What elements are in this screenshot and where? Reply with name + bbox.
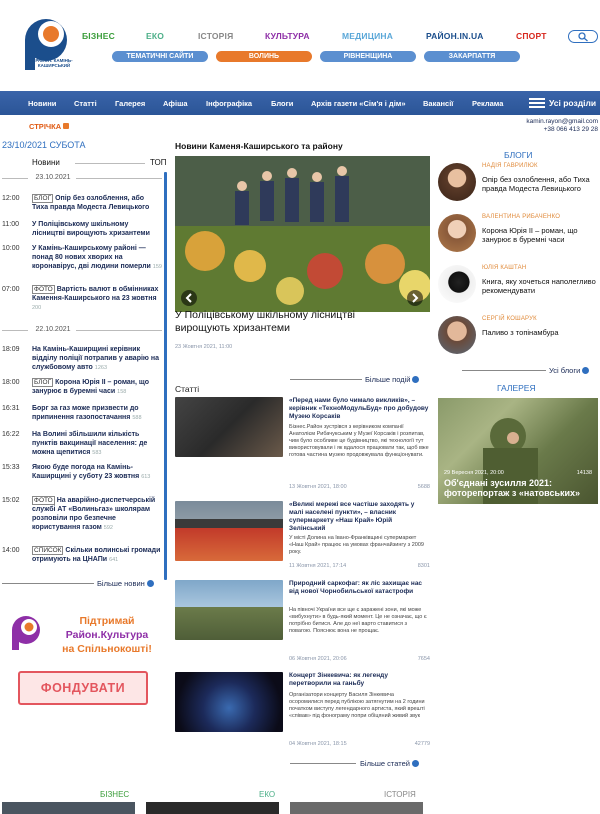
topnav-sport[interactable]: СПОРТ [516,31,547,41]
topnav-kultura[interactable]: КУЛЬТУРА [265,31,310,41]
views-count: 200 [32,305,42,311]
article-thumb [175,397,283,457]
prev-arrow-icon[interactable] [181,290,197,306]
menu-icon[interactable] [529,98,545,108]
avatar [438,316,476,354]
menu-arkhiv[interactable]: Архів газети «Сім'я і дім» [311,99,406,108]
avatar [438,265,476,303]
arrow-icon [582,367,590,374]
hero-image[interactable] [175,156,430,312]
article-thumb [175,580,283,640]
gallery-caption: Об'єднані зусилля 2021: фоторепортаж з «… [444,478,581,498]
gallery-card[interactable]: 29 Вересня 2021, 20:00 14138 Об'єднані з… [438,398,598,504]
topnav-medytsyna[interactable]: МЕДИЦИНА [342,31,393,41]
menu-reklama[interactable]: Реклама [472,99,503,108]
article-card[interactable]: Концерт Зінкевича: як легенду перетворил… [175,672,430,750]
all-blogs-link[interactable]: Усі блоги [549,366,590,375]
contact-phone[interactable]: +38 066 413 29 28 [470,126,598,134]
more-articles-link[interactable]: Більше статей [360,759,419,768]
views-count: 5688 [417,484,430,490]
menu-infografika[interactable]: Інфографіка [206,99,252,108]
arrow-icon [412,376,420,383]
center-title: Новини Каменя-Каширського та району [175,141,343,151]
more-events-link[interactable]: Більше подій [365,375,420,384]
views-count: 8301 [417,563,430,569]
contact-email[interactable]: kamin.rayon@gmail.com [470,118,598,126]
bottom-thumb[interactable] [290,802,423,814]
arrow-icon [146,580,154,587]
pill-zakarpattya[interactable]: ЗАКАРПАТТЯ [424,51,520,62]
next-arrow-icon[interactable] [407,290,423,306]
topnav-istoriya[interactable]: ІСТОРІЯ [198,31,233,41]
hero-title[interactable]: У Поліцівському шкільному лісництві виро… [175,309,385,335]
topnav-rayon[interactable]: РАЙОН.IN.UA [426,31,484,41]
news-feed: 23.10.2021 12:00 БЛОГ Опір без озлоблення… [2,174,162,563]
articles-label: Статті [175,384,200,394]
support-text: Підтримай Район.Культура на Спільнокошті… [62,615,152,655]
article-card[interactable]: «Великі мережі все частіше заходять у ма… [175,501,430,573]
views-count: 159 [152,264,162,270]
gallery-title: ГАЛЕРЕЯ [497,383,536,393]
bottom-thumb[interactable] [2,802,135,814]
gallery-date: 29 Вересня 2021, 20:00 [444,470,504,476]
article-thumb [175,501,283,561]
menu-vakansii[interactable]: Вакансії [423,99,453,108]
article-card[interactable]: «Перед нами було чимало викликів», – кер… [175,397,430,495]
menu-all-sections[interactable]: Усі розділи [549,98,596,108]
avatar [438,214,476,252]
menu-blogy[interactable]: Блоги [271,99,293,108]
contacts: kamin.rayon@gmail.com +38 066 413 29 28 [470,118,598,134]
views-count: 42779 [414,741,430,747]
bottom-thumb[interactable] [146,802,279,814]
article-card[interactable]: Природний саркофаг: як ліс захищає нас в… [175,580,430,666]
search-button[interactable] [568,30,598,43]
hero-date: 23 Жовтня 2021, 11:00 [175,344,233,350]
search-icon [578,32,588,42]
article-thumb [175,672,283,732]
arrow-icon [411,760,419,767]
pill-volyn[interactable]: ВОЛИНЬ [216,51,312,62]
fund-button[interactable]: ФОНДУВАТИ [18,671,148,705]
gallery-views: 14138 [576,470,592,476]
bottom-cat-biznes[interactable]: БІЗНЕС [100,790,129,799]
bottom-cat-eko[interactable]: ЕКО [259,790,275,799]
views-count: 7654 [417,656,430,662]
bottom-cat-istoriya[interactable]: ІСТОРІЯ [384,790,416,799]
blogs-title: БЛОГИ [504,150,533,160]
feed-date: 23.10.2021 [2,174,162,181]
kultura-logo [12,616,40,650]
avatar [438,163,476,201]
more-news-link[interactable]: Більше новин [97,579,154,588]
feed-date: 22.10.2021 [2,326,162,333]
pill-rivnenshchyna[interactable]: РІВНЕНЩИНА [320,51,416,62]
